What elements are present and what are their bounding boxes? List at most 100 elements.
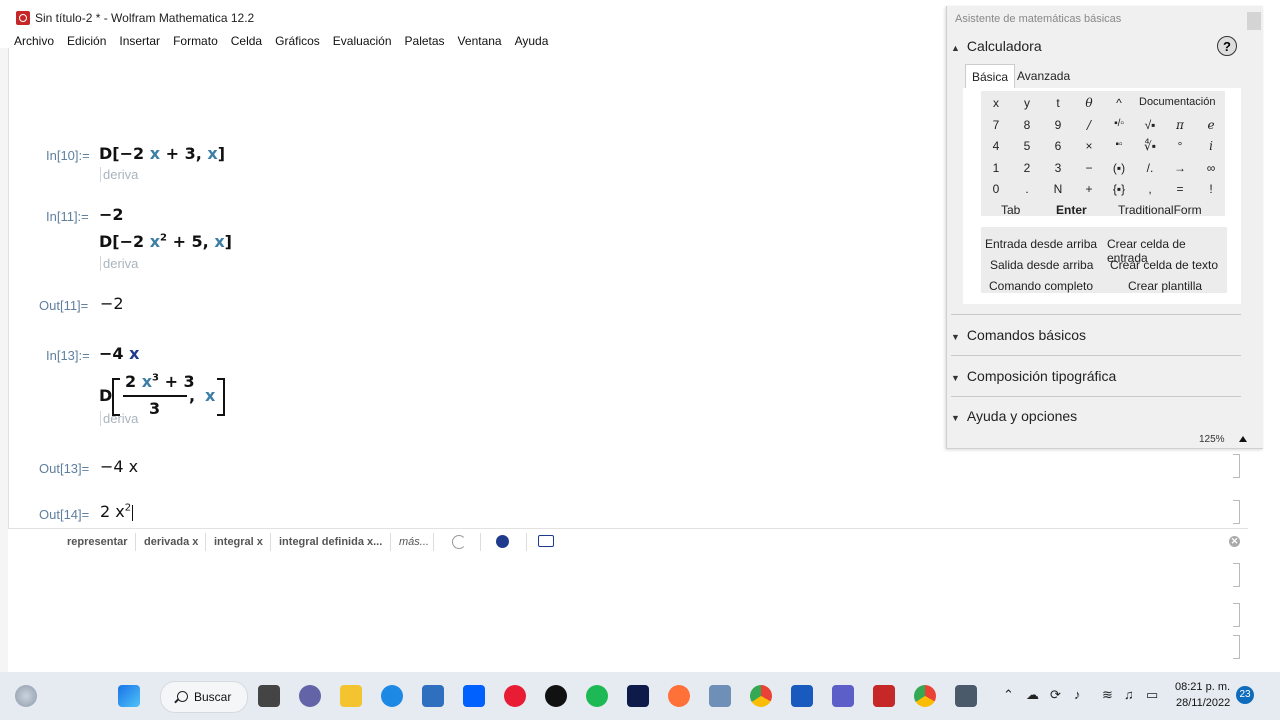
menu-archivo[interactable]: Archivo <box>14 34 54 48</box>
menu-celda[interactable]: Celda <box>231 34 262 48</box>
key-t[interactable]: t <box>1045 96 1071 110</box>
key-1[interactable]: 1 <box>983 161 1009 175</box>
key-documentacion[interactable]: Documentación <box>1139 96 1215 108</box>
key-traditionalform[interactable]: TraditionalForm <box>1118 203 1202 217</box>
disney-icon[interactable] <box>627 685 649 707</box>
suggest-mas[interactable]: más... <box>399 536 429 548</box>
key-power[interactable]: ^ <box>1106 96 1132 110</box>
section-ayuda-opciones[interactable]: ▼ Ayuda y opciones <box>951 408 1077 424</box>
teams-icon[interactable] <box>832 685 854 707</box>
clock-date[interactable]: 28/11/2022 <box>1176 697 1230 709</box>
wifi-icon[interactable]: ≋ <box>1102 687 1113 703</box>
key-fraction[interactable]: ▪/▫ <box>1106 118 1132 129</box>
action-crear-celda-texto[interactable]: Crear celda de texto <box>1110 258 1218 272</box>
store-icon[interactable] <box>422 685 444 707</box>
section-calculadora[interactable]: ▲ Calculadora <box>951 38 1042 54</box>
key-factorial[interactable]: ! <box>1198 182 1224 196</box>
key-minus[interactable]: − <box>1076 161 1102 175</box>
suggest-derivada[interactable]: derivada x <box>144 536 198 548</box>
cell-bracket[interactable] <box>1233 603 1240 627</box>
key-sqrt[interactable]: √▪ <box>1137 118 1163 132</box>
out14-value[interactable]: 2 x2 <box>100 502 134 521</box>
feedback-speech-icon[interactable] <box>538 535 554 547</box>
key-theta[interactable]: θ <box>1076 96 1102 110</box>
zoom-up-icon[interactable] <box>1239 436 1247 442</box>
settings-gear-icon[interactable] <box>496 535 509 548</box>
key-3[interactable]: 3 <box>1045 161 1071 175</box>
chrome-icon-2[interactable] <box>914 685 936 707</box>
key-N[interactable]: N <box>1045 182 1071 196</box>
opera-icon[interactable] <box>504 685 526 707</box>
key-5[interactable]: 5 <box>1014 139 1040 153</box>
notifications-badge[interactable]: 23 <box>1236 686 1254 704</box>
volume-icon[interactable]: ♫ <box>1124 687 1134 702</box>
cell-bracket[interactable] <box>1233 635 1240 659</box>
edge-icon[interactable] <box>381 685 403 707</box>
key-replace[interactable]: /. <box>1137 161 1163 175</box>
close-suggestions-icon[interactable]: ✕ <box>1229 536 1240 547</box>
virtualbox-icon[interactable] <box>709 685 731 707</box>
in13-hint[interactable]: deriva <box>100 411 138 426</box>
key-equals[interactable]: = <box>1167 182 1193 196</box>
key-8[interactable]: 8 <box>1014 118 1040 132</box>
taskbar-search[interactable]: Buscar <box>160 681 248 713</box>
section-comandos-basicos[interactable]: ▼ Comandos básicos <box>951 327 1086 343</box>
cell-bracket[interactable] <box>1233 454 1240 478</box>
tab-avanzada[interactable]: Avanzada <box>1011 64 1076 88</box>
menu-ayuda[interactable]: Ayuda <box>515 34 549 48</box>
key-parens[interactable]: (▪) <box>1106 161 1132 175</box>
key-superscript[interactable]: ▪▫ <box>1106 139 1132 150</box>
key-y[interactable]: y <box>1014 96 1040 110</box>
key-tab[interactable]: Tab <box>1001 203 1020 217</box>
word-icon[interactable] <box>791 685 813 707</box>
key-comma[interactable]: , <box>1137 182 1163 196</box>
cell-bracket[interactable] <box>1233 563 1240 587</box>
key-rule[interactable]: → <box>1167 161 1193 175</box>
suggest-representar[interactable]: representar <box>67 536 128 548</box>
menu-insertar[interactable]: Insertar <box>119 34 160 48</box>
suggest-integral[interactable]: integral x <box>214 536 263 548</box>
app-icon[interactable] <box>955 685 977 707</box>
in10-input[interactable]: D[−2 x + 3, x] <box>99 144 225 163</box>
tab-basica[interactable]: Básica <box>965 64 1016 89</box>
action-entrada-desde-arriba[interactable]: Entrada desde arriba <box>985 237 1097 251</box>
file-explorer-icon[interactable] <box>340 685 362 707</box>
microphone-icon[interactable]: ♪ <box>1074 687 1081 702</box>
github-icon[interactable] <box>545 685 567 707</box>
action-comando-completo[interactable]: Comando completo <box>989 279 1093 293</box>
in11-line1[interactable]: −2 <box>99 205 124 224</box>
action-crear-plantilla[interactable]: Crear plantilla <box>1128 279 1202 293</box>
key-infinity[interactable]: ∞ <box>1198 161 1224 175</box>
chat-icon[interactable] <box>299 685 321 707</box>
in13-line1[interactable]: −4 x <box>99 344 139 363</box>
in11-hint[interactable]: deriva <box>100 256 138 271</box>
key-times[interactable]: × <box>1076 139 1102 153</box>
key-e[interactable]: e <box>1198 118 1224 132</box>
key-braces[interactable]: {▪} <box>1106 182 1132 196</box>
key-4[interactable]: 4 <box>983 139 1009 153</box>
cell-bracket[interactable] <box>1233 500 1240 524</box>
key-6[interactable]: 6 <box>1045 139 1071 153</box>
task-view-icon[interactable] <box>258 685 280 707</box>
key-divide[interactable]: / <box>1076 118 1102 132</box>
key-plus[interactable]: + <box>1076 182 1102 196</box>
spotify-icon[interactable] <box>586 685 608 707</box>
menu-ventana[interactable]: Ventana <box>458 34 502 48</box>
zoom-level[interactable]: 125% <box>1199 434 1225 445</box>
mathematica-icon[interactable] <box>873 685 895 707</box>
key-enter[interactable]: Enter <box>1056 203 1087 217</box>
help-button[interactable]: ? <box>1217 36 1237 56</box>
suggest-integral-definida[interactable]: integral definida x... <box>279 536 382 548</box>
in11-input[interactable]: D[−2 x2 + 5, x] <box>99 232 232 251</box>
start-icon[interactable] <box>118 685 140 707</box>
dropbox-icon[interactable] <box>463 685 485 707</box>
menu-evaluacion[interactable]: Evaluación <box>333 34 392 48</box>
menu-paletas[interactable]: Paletas <box>405 34 445 48</box>
key-nthroot[interactable]: ∜▪ <box>1137 139 1163 153</box>
chevron-up-icon[interactable]: ⌃ <box>1003 687 1014 703</box>
undo-icon[interactable] <box>452 535 466 549</box>
key-i[interactable]: i <box>1198 139 1224 153</box>
weather-icon[interactable] <box>15 685 37 707</box>
menu-edicion[interactable]: Edición <box>67 34 106 48</box>
chrome-icon[interactable] <box>750 685 772 707</box>
